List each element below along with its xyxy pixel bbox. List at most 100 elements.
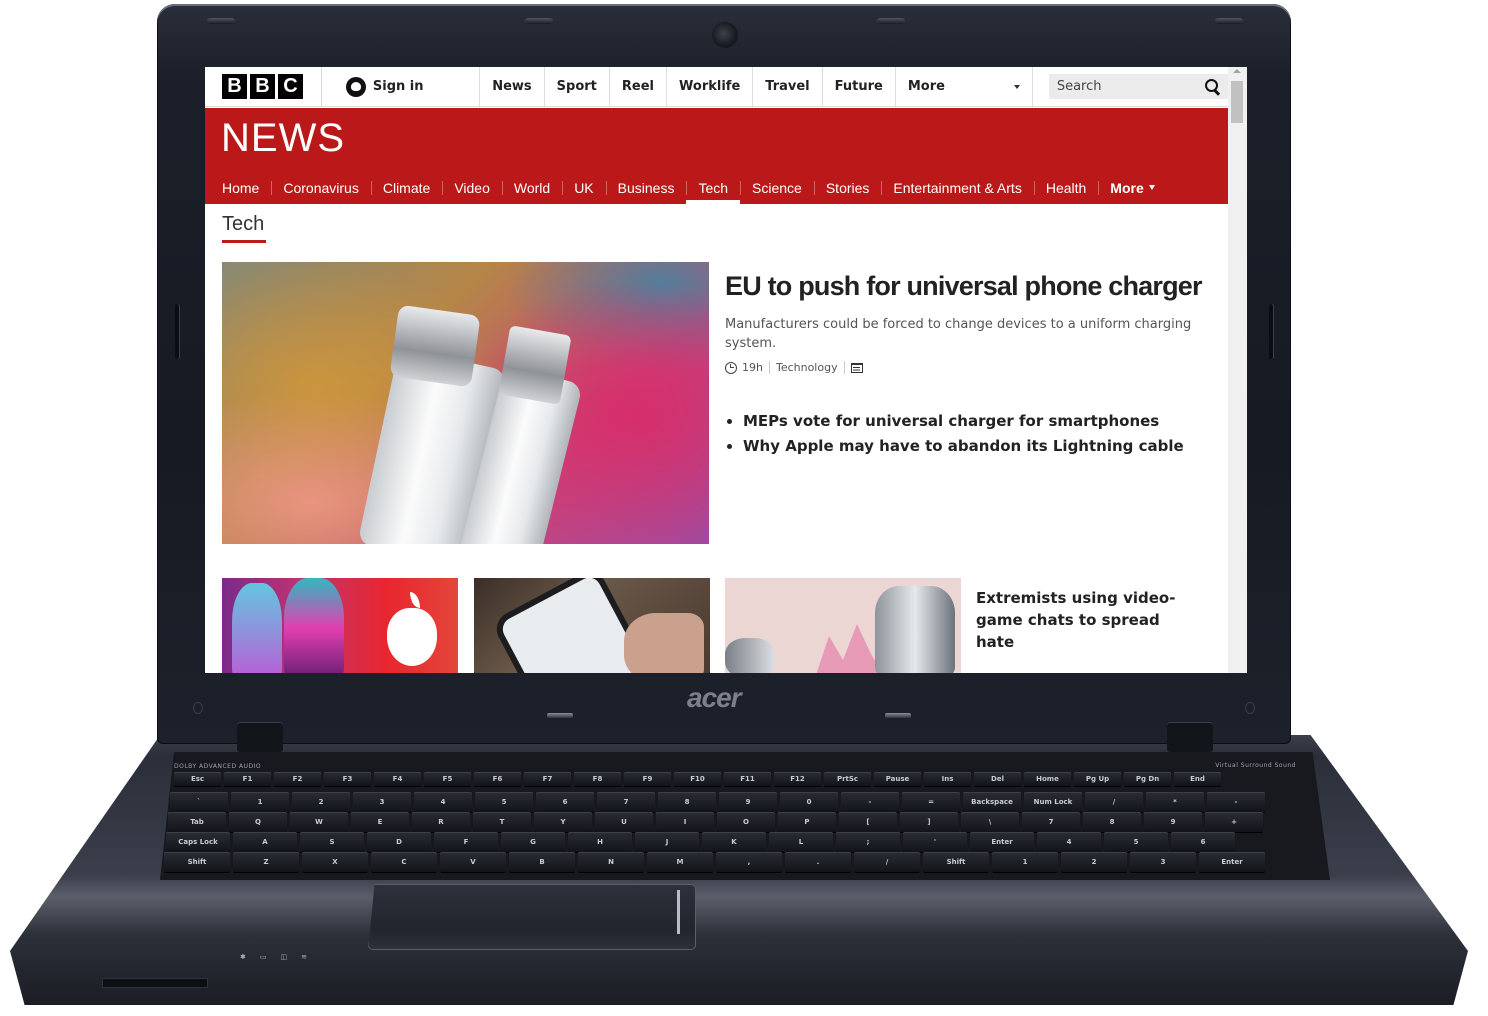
related-link[interactable]: Why Apple may have to abandon its Lightn… <box>727 437 1184 455</box>
keyboard-key[interactable]: Shift <box>923 852 989 872</box>
keyboard-key[interactable]: Pg Up <box>1074 772 1121 786</box>
keyboard-key[interactable]: Caps Lock <box>166 832 230 852</box>
keyboard-key[interactable]: F5 <box>424 772 471 786</box>
comments-icon[interactable] <box>850 362 863 373</box>
keyboard-key[interactable]: 2 <box>1061 852 1127 872</box>
keyboard-key[interactable]: 6 <box>536 792 594 812</box>
keyboard-key[interactable]: F2 <box>274 772 321 786</box>
news-wordmark[interactable]: NEWS <box>221 116 345 161</box>
keyboard-key[interactable]: F9 <box>624 772 671 786</box>
keyboard-key[interactable]: \ <box>961 812 1019 832</box>
keyboard-key[interactable]: Z <box>233 852 299 872</box>
keyboard-key[interactable]: A <box>233 832 297 852</box>
keyboard-key[interactable]: E <box>351 812 409 832</box>
section-tab-video[interactable]: Video <box>442 171 502 204</box>
keyboard-key[interactable]: D <box>367 832 431 852</box>
keyboard-key[interactable]: W <box>290 812 348 832</box>
keyboard-key[interactable]: Enter <box>1199 852 1265 872</box>
page-scrollbar[interactable] <box>1228 67 1247 673</box>
section-tab-science[interactable]: Science <box>740 171 814 204</box>
keyboard-key[interactable]: F <box>434 832 498 852</box>
search-input[interactable]: Search <box>1048 74 1228 99</box>
bbc-logo[interactable]: B B C <box>222 74 303 99</box>
keyboard-key[interactable]: F8 <box>574 772 621 786</box>
section-tab-health[interactable]: Health <box>1033 171 1098 204</box>
keyboard-key[interactable]: I <box>656 812 714 832</box>
keyboard-key[interactable]: Pause <box>874 772 921 786</box>
story-category-link[interactable]: Technology <box>776 361 838 374</box>
keyboard-key[interactable]: 8 <box>658 792 716 812</box>
keyboard-key[interactable]: F6 <box>474 772 521 786</box>
keyboard-key[interactable]: F1 <box>224 772 271 786</box>
scrollbar-thumb[interactable] <box>1231 81 1243 123</box>
keyboard-key[interactable]: ; <box>836 832 900 852</box>
scroll-up-arrow-icon[interactable] <box>1233 69 1241 73</box>
keyboard-key[interactable]: F7 <box>524 772 571 786</box>
keyboard-key[interactable]: Q <box>229 812 287 832</box>
keyboard-key[interactable]: Home <box>1024 772 1071 786</box>
keyboard-key[interactable]: O <box>717 812 775 832</box>
lead-story-headline[interactable]: EU to push for universal phone charger <box>725 271 1225 302</box>
keyboard-key[interactable]: F11 <box>724 772 771 786</box>
keyboard-key[interactable]: U <box>595 812 653 832</box>
nav-link-news[interactable]: News <box>479 67 543 107</box>
search-icon[interactable] <box>1205 79 1220 94</box>
keyboard-key[interactable]: N <box>578 852 644 872</box>
keyboard-key[interactable]: 2 <box>292 792 350 812</box>
keyboard-key[interactable]: 8 <box>1083 812 1141 832</box>
keyboard-key[interactable]: 5 <box>475 792 533 812</box>
section-more-dropdown[interactable]: More <box>1098 171 1166 204</box>
keyboard-key[interactable]: 4 <box>1037 832 1101 852</box>
keyboard-key[interactable]: C <box>371 852 437 872</box>
keyboard-key[interactable]: P <box>778 812 836 832</box>
keyboard-key[interactable]: Backspace <box>963 792 1021 812</box>
keyboard-key[interactable]: ` <box>170 792 228 812</box>
sign-in-button[interactable]: Sign in <box>345 76 479 97</box>
keyboard-key[interactable]: + <box>1205 812 1263 832</box>
section-tab-home[interactable]: Home <box>205 171 271 204</box>
keyboard-key[interactable]: 4 <box>414 792 472 812</box>
keyboard-key[interactable]: 1 <box>231 792 289 812</box>
nav-link-worklife[interactable]: Worklife <box>666 67 752 107</box>
keyboard-key[interactable]: PrtSc <box>824 772 871 786</box>
keyboard-key[interactable]: K <box>702 832 766 852</box>
section-tab-climate[interactable]: Climate <box>370 171 442 204</box>
keyboard-key[interactable]: B <box>509 852 575 872</box>
section-tab-tech[interactable]: Tech <box>686 171 740 204</box>
keyboard-key[interactable]: , <box>716 852 782 872</box>
keyboard-key[interactable]: Ins <box>924 772 971 786</box>
keyboard-key[interactable]: F12 <box>774 772 821 786</box>
keyboard-key[interactable]: 9 <box>719 792 777 812</box>
section-tab-uk[interactable]: UK <box>562 171 605 204</box>
keyboard-key[interactable]: 3 <box>353 792 411 812</box>
keyboard-key[interactable]: Y <box>534 812 592 832</box>
keyboard-key[interactable]: ] <box>900 812 958 832</box>
keyboard-key[interactable]: - <box>841 792 899 812</box>
keyboard-key[interactable]: / <box>854 852 920 872</box>
section-tab-business[interactable]: Business <box>605 171 687 204</box>
keyboard-key[interactable]: F10 <box>674 772 721 786</box>
keyboard-key[interactable]: 7 <box>1022 812 1080 832</box>
section-tab-entertainment-arts[interactable]: Entertainment & Arts <box>881 171 1033 204</box>
keyboard-key[interactable]: / <box>1085 792 1143 812</box>
keyboard-key[interactable]: 7 <box>597 792 655 812</box>
keyboard-key[interactable]: 5 <box>1104 832 1168 852</box>
keyboard-key[interactable]: - <box>1207 792 1265 812</box>
keyboard-key[interactable]: . <box>785 852 851 872</box>
keyboard-key[interactable]: R <box>412 812 470 832</box>
nav-link-sport[interactable]: Sport <box>543 67 609 107</box>
keyboard-key[interactable]: F4 <box>374 772 421 786</box>
keyboard-key[interactable]: ' <box>903 832 967 852</box>
keyboard-key[interactable]: 3 <box>1130 852 1196 872</box>
keyboard-key[interactable]: H <box>568 832 632 852</box>
story-thumbnail-smartphone[interactable] <box>474 578 710 673</box>
keyboard-key[interactable]: L <box>769 832 833 852</box>
story-thumbnail-robot-hands[interactable] <box>725 578 961 673</box>
related-link[interactable]: MEPs vote for universal charger for smar… <box>727 412 1184 430</box>
keyboard-key[interactable]: Num Lock <box>1024 792 1082 812</box>
keyboard-key[interactable]: Del <box>974 772 1021 786</box>
nav-link-travel[interactable]: Travel <box>752 67 821 107</box>
nav-link-reel[interactable]: Reel <box>608 67 666 107</box>
keyboard-key[interactable]: G <box>501 832 565 852</box>
keyboard-key[interactable]: J <box>635 832 699 852</box>
